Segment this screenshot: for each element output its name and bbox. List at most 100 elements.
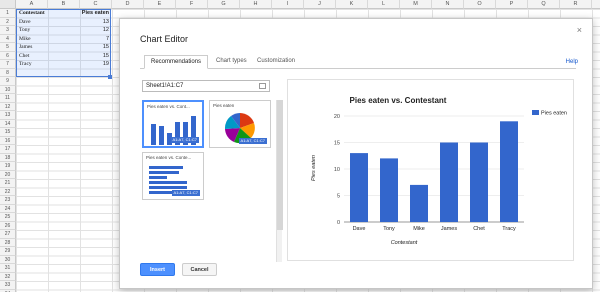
y-tick-label: 0: [337, 220, 340, 226]
row-header[interactable]: 5: [0, 43, 16, 52]
row-header[interactable]: 11: [0, 94, 16, 103]
row-header[interactable]: 19: [0, 162, 16, 171]
row-header[interactable]: 4: [0, 34, 16, 43]
column-header[interactable]: O: [464, 0, 496, 9]
row-header[interactable]: 30: [0, 255, 16, 264]
x-tick-label: Chet: [473, 226, 485, 232]
tab-chart-types[interactable]: Chart types: [216, 58, 247, 64]
cell-header-name[interactable]: Contestant: [19, 9, 59, 18]
chart-preview-svg: Pies eaten vs. Contestant Contestant Pie…: [311, 96, 567, 246]
row-header[interactable]: 20: [0, 170, 16, 179]
tab-customization[interactable]: Customization: [257, 58, 295, 64]
select-all-corner[interactable]: [0, 0, 16, 9]
scrollbar-thumb[interactable]: [277, 100, 283, 230]
bar: [470, 142, 488, 222]
cell-name[interactable]: Chet: [19, 52, 59, 61]
row-header[interactable]: 25: [0, 213, 16, 222]
row-header[interactable]: 22: [0, 187, 16, 196]
column-header[interactable]: J: [304, 0, 336, 9]
column-header[interactable]: N: [432, 0, 464, 9]
row-header[interactable]: 13: [0, 111, 16, 120]
row-header[interactable]: 1: [0, 9, 16, 18]
cell-value[interactable]: 13: [60, 18, 109, 27]
cell-name[interactable]: Mike: [19, 35, 59, 44]
close-icon[interactable]: ×: [577, 25, 582, 35]
row-header[interactable]: 29: [0, 247, 16, 256]
tab-recommendations[interactable]: Recommendations: [144, 55, 209, 69]
row-header[interactable]: 27: [0, 230, 16, 239]
row-header[interactable]: 16: [0, 136, 16, 145]
column-header[interactable]: K: [336, 0, 368, 9]
column-header[interactable]: L: [368, 0, 400, 9]
x-tick-label: Tracy: [502, 226, 516, 232]
row-header[interactable]: 6: [0, 51, 16, 60]
thumbnail-pie-chart[interactable]: Pies eaten A1:A7, C1:C7: [209, 100, 271, 148]
cell-header-value[interactable]: Pies eaten: [60, 9, 109, 18]
chart-title: Pies eaten vs. Contestant: [350, 96, 447, 105]
help-link[interactable]: Help: [566, 59, 578, 65]
column-header[interactable]: D: [112, 0, 144, 9]
bar: [440, 142, 458, 222]
cell-value[interactable]: 7: [60, 35, 109, 44]
column-header[interactable]: E: [144, 0, 176, 9]
row-header[interactable]: 10: [0, 85, 16, 94]
column-header[interactable]: F: [176, 0, 208, 9]
cancel-button[interactable]: Cancel: [182, 263, 217, 276]
row-header[interactable]: 31: [0, 264, 16, 273]
column-header[interactable]: B: [48, 0, 80, 9]
cell-name[interactable]: Tony: [19, 26, 59, 35]
column-header[interactable]: H: [240, 0, 272, 9]
column-header[interactable]: A: [16, 0, 48, 9]
thumbnail-column-chart[interactable]: Pies eaten vs. Cont... A1:A7, C1:C7: [142, 100, 204, 148]
cell-value[interactable]: 12: [60, 26, 109, 35]
x-tick-label: Mike: [413, 226, 425, 232]
grid-select-icon[interactable]: [259, 83, 266, 89]
row-header[interactable]: 33: [0, 281, 16, 290]
chart-preview: Pies eaten vs. Contestant Contestant Pie…: [287, 79, 574, 261]
thumbnail-bar-chart[interactable]: Pies eaten vs. Conte... A1:A7, C1:C7: [142, 152, 204, 200]
cell-value[interactable]: 19: [60, 60, 109, 69]
row-header[interactable]: 14: [0, 119, 16, 128]
column-header[interactable]: R: [560, 0, 592, 9]
column-header[interactable]: G: [208, 0, 240, 9]
dialog-title: Chart Editor: [140, 34, 189, 44]
column-header[interactable]: Q: [528, 0, 560, 9]
row-header[interactable]: 8: [0, 68, 16, 77]
cell-value[interactable]: 15: [60, 43, 109, 52]
cell-name[interactable]: Tracy: [19, 60, 59, 69]
row-header[interactable]: 18: [0, 153, 16, 162]
row-header[interactable]: 15: [0, 128, 16, 137]
row-header[interactable]: 3: [0, 26, 16, 35]
cell-name[interactable]: Dave: [19, 18, 59, 27]
row-header[interactable]: 7: [0, 60, 16, 69]
tab-bar: Recommendations Chart types Customizatio…: [140, 55, 576, 69]
row-header[interactable]: 12: [0, 102, 16, 111]
row-header[interactable]: 21: [0, 179, 16, 188]
row-header[interactable]: 2: [0, 17, 16, 26]
column-header[interactable]: P: [496, 0, 528, 9]
row-header[interactable]: 24: [0, 204, 16, 213]
y-tick-label: 20: [334, 114, 340, 120]
cell-name[interactable]: James: [19, 43, 59, 52]
column-header[interactable]: M: [400, 0, 432, 9]
insert-button[interactable]: Insert: [140, 263, 175, 276]
thumbnail-scrollbar[interactable]: [276, 100, 283, 262]
chart-editor-dialog: Chart Editor × Recommendations Chart typ…: [119, 18, 593, 289]
row-header[interactable]: 26: [0, 221, 16, 230]
row-header[interactable]: 9: [0, 77, 16, 86]
bar: [410, 184, 428, 222]
x-tick-label: Dave: [353, 226, 366, 232]
column-header[interactable]: C: [80, 0, 112, 9]
row-header[interactable]: 17: [0, 145, 16, 154]
column-header[interactable]: S: [592, 0, 600, 9]
cell-value[interactable]: 15: [60, 52, 109, 61]
y-axis-label: Pies eaten: [311, 155, 317, 181]
column-header[interactable]: I: [272, 0, 304, 9]
data-range-value: Sheet1!A1:C7: [146, 83, 184, 89]
row-header[interactable]: 32: [0, 272, 16, 281]
row-header[interactable]: 23: [0, 196, 16, 205]
fill-handle[interactable]: [108, 75, 112, 79]
x-tick-label: Tony: [383, 226, 395, 232]
row-header[interactable]: 28: [0, 238, 16, 247]
data-range-input[interactable]: Sheet1!A1:C7: [142, 80, 270, 92]
